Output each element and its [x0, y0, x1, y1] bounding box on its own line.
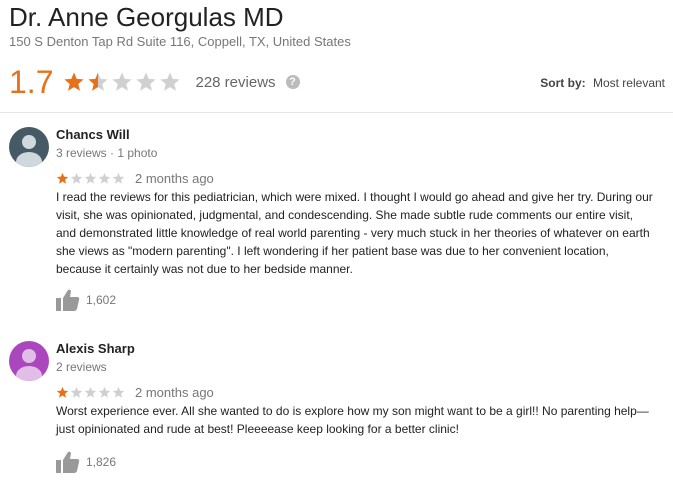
star-icon — [64, 72, 85, 91]
like-button[interactable]: 1,602 — [56, 289, 116, 311]
star-icon — [136, 72, 157, 91]
review-rating: 2 months ago — [56, 385, 214, 400]
star-icon — [56, 172, 69, 184]
thumbs-up-icon — [56, 451, 80, 473]
avatar[interactable] — [9, 127, 49, 167]
reviewer-meta[interactable]: 3 reviews · 1 photo — [56, 146, 157, 160]
star-icon — [98, 172, 111, 184]
average-rating-stars — [63, 71, 183, 93]
review-card: Chancs Will 3 reviews · 1 photo 2 months… — [9, 127, 659, 317]
avatar[interactable] — [9, 341, 49, 381]
sort-label: Sort by: — [540, 76, 586, 90]
star-icon — [84, 386, 97, 398]
person-icon — [9, 341, 49, 381]
review-card: Alexis Sharp 2 reviews 2 months ago Wors… — [9, 341, 659, 481]
reviewer-name[interactable]: Alexis Sharp — [56, 341, 135, 356]
thumbs-up-icon — [56, 289, 80, 311]
star-icon — [70, 386, 83, 398]
sort-dropdown[interactable]: Most relevant — [593, 76, 665, 90]
person-icon — [9, 127, 49, 167]
star-icon — [160, 72, 181, 91]
star-icon — [98, 386, 111, 398]
review-text: I read the reviews for this pediatrician… — [56, 190, 653, 276]
review-stars — [56, 172, 126, 185]
star-icon — [56, 386, 69, 398]
review-date: 2 months ago — [135, 385, 214, 400]
help-icon[interactable]: ? — [285, 75, 300, 89]
star-icon — [88, 72, 109, 91]
star-icon — [84, 172, 97, 184]
star-icon — [112, 172, 125, 184]
review-rating: 2 months ago — [56, 171, 214, 186]
reviews-count[interactable]: 228 reviews — [195, 74, 275, 91]
review-text: Worst experience ever. All she wanted to… — [56, 404, 649, 436]
like-count: 1,602 — [86, 293, 117, 307]
review-stars — [56, 386, 126, 399]
place-title: Dr. Anne Georgulas MD — [9, 2, 284, 32]
place-header: Dr. Anne Georgulas MD 150 S Denton Tap R… — [9, 2, 669, 49]
average-rating: 1.7 — [9, 64, 54, 100]
like-button[interactable]: 1,826 — [56, 451, 116, 473]
sort-control[interactable]: Sort by: Most relevant — [540, 76, 665, 90]
place-address: 150 S Denton Tap Rd Suite 116, Coppell, … — [9, 34, 351, 49]
star-icon — [112, 386, 125, 398]
rating-summary: 1.7 228 reviews ? Sort by: Most relevant — [9, 64, 669, 100]
divider — [0, 112, 673, 113]
reviewer-name[interactable]: Chancs Will — [56, 127, 130, 142]
star-icon — [70, 172, 83, 184]
reviewer-meta[interactable]: 2 reviews — [56, 360, 107, 374]
review-date: 2 months ago — [135, 171, 214, 186]
star-icon — [112, 72, 133, 91]
like-count: 1,826 — [86, 455, 117, 469]
